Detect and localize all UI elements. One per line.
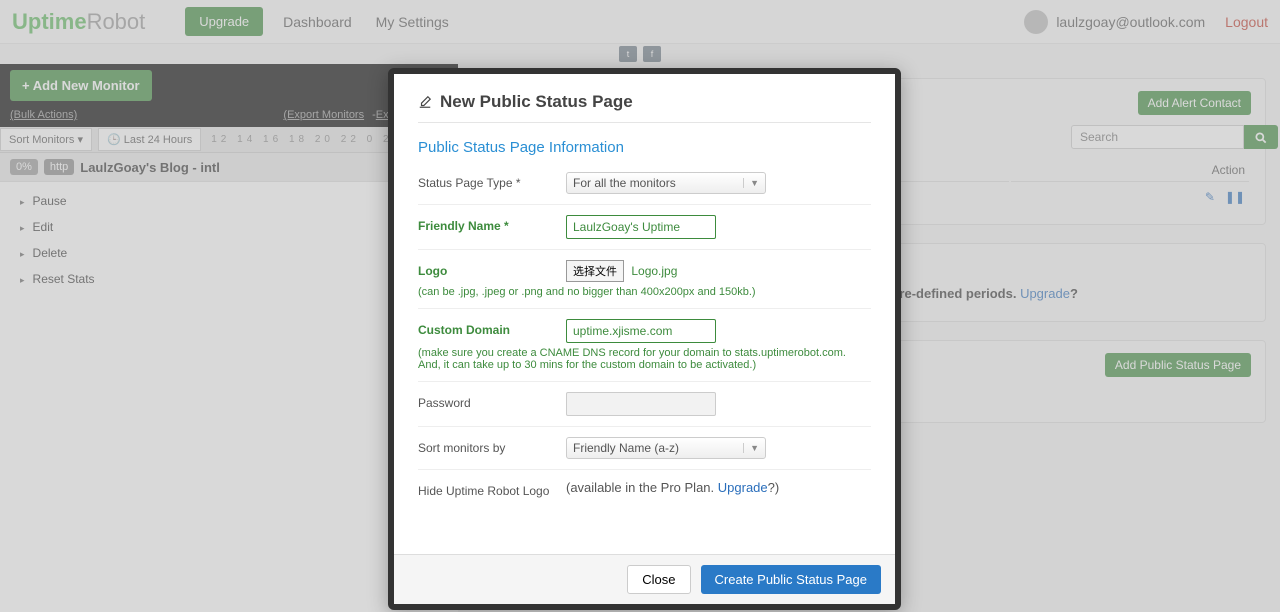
- row-hide-logo: Hide Uptime Robot Logo (available in the…: [418, 470, 871, 508]
- row-custom-domain: Custom Domain (make sure you create a CN…: [418, 309, 871, 382]
- close-button[interactable]: Close: [627, 565, 690, 594]
- modal-section-title: Public Status Page Information: [418, 139, 871, 156]
- label-custom-domain: Custom Domain: [418, 319, 566, 337]
- chevron-down-icon: ▼: [743, 178, 759, 188]
- modal-title-text: New Public Status Page: [440, 92, 633, 112]
- status-page-type-select[interactable]: For all the monitors ▼: [566, 172, 766, 194]
- label-status-page-type: Status Page Type *: [418, 172, 566, 190]
- label-logo: Logo: [418, 260, 566, 278]
- label-password: Password: [418, 392, 566, 410]
- password-input[interactable]: [566, 392, 716, 416]
- label-hide-logo: Hide Uptime Robot Logo: [418, 480, 566, 498]
- custom-domain-hint: (make sure you create a CNAME DNS record…: [418, 347, 871, 371]
- edit-icon: [418, 95, 432, 109]
- selected-file-name: Logo.jpg: [631, 264, 677, 278]
- row-friendly-name: Friendly Name *: [418, 205, 871, 250]
- row-sort-monitors: Sort monitors by Friendly Name (a-z) ▼: [418, 427, 871, 470]
- row-password: Password: [418, 382, 871, 427]
- new-public-status-page-modal: New Public Status Page Public Status Pag…: [388, 68, 901, 610]
- sort-monitors-select[interactable]: Friendly Name (a-z) ▼: [566, 437, 766, 459]
- row-status-page-type: Status Page Type * For all the monitors …: [418, 162, 871, 205]
- row-logo: Logo 选择文件 Logo.jpg (can be .jpg, .jpeg o…: [418, 250, 871, 309]
- label-sort-monitors: Sort monitors by: [418, 437, 566, 455]
- modal-footer: Close Create Public Status Page: [394, 554, 895, 604]
- chevron-down-icon: ▼: [743, 443, 759, 453]
- upgrade-link-modal[interactable]: Upgrade: [718, 480, 768, 495]
- label-friendly-name: Friendly Name *: [418, 215, 566, 233]
- friendly-name-input[interactable]: [566, 215, 716, 239]
- create-public-status-page-button[interactable]: Create Public Status Page: [701, 565, 881, 594]
- choose-file-button[interactable]: 选择文件: [566, 260, 624, 282]
- custom-domain-input[interactable]: [566, 319, 716, 343]
- logo-hint: (can be .jpg, .jpeg or .png and no bigge…: [418, 286, 871, 298]
